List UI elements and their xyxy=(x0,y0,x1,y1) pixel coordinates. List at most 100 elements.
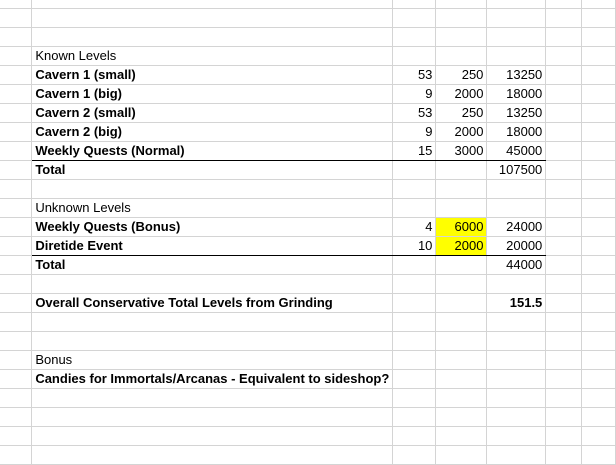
cell-a-11[interactable] xyxy=(0,179,33,199)
cell-e-17[interactable]: 151.5 xyxy=(486,293,547,313)
cell-d-4[interactable] xyxy=(435,46,488,66)
cell-a-13[interactable] xyxy=(0,217,33,237)
cell-c-14[interactable]: 10 xyxy=(392,236,437,256)
cell-e-8[interactable]: 18000 xyxy=(486,122,547,142)
cell-a-16[interactable] xyxy=(0,274,33,294)
cell-a-2[interactable] xyxy=(0,8,33,28)
cell-g-24[interactable] xyxy=(581,426,616,446)
cell-e-24[interactable] xyxy=(486,426,547,446)
cell-b-23[interactable] xyxy=(31,407,394,427)
cell-c-24[interactable] xyxy=(392,426,437,446)
cell-a-22[interactable] xyxy=(0,388,33,408)
cell-b-17[interactable]: Overall Conservative Total Levels from G… xyxy=(31,293,394,313)
cell-c-3[interactable] xyxy=(392,27,437,47)
cell-e-21[interactable] xyxy=(486,369,547,389)
cell-a-5[interactable] xyxy=(0,65,33,85)
cell-e-15[interactable]: 44000 xyxy=(486,255,547,275)
cell-g-20[interactable] xyxy=(581,350,616,370)
cell-f-4[interactable] xyxy=(545,46,582,66)
cell-d-20[interactable] xyxy=(435,350,488,370)
cell-c-7[interactable]: 53 xyxy=(392,103,437,123)
cell-c-22[interactable] xyxy=(392,388,437,408)
cell-f-15[interactable] xyxy=(545,255,582,275)
cell-d-1[interactable] xyxy=(435,0,488,9)
cell-g-1[interactable] xyxy=(581,0,616,9)
cell-f-5[interactable] xyxy=(545,65,582,85)
cell-a-12[interactable] xyxy=(0,198,33,218)
cell-b-16[interactable] xyxy=(31,274,394,294)
cell-e-10[interactable]: 107500 xyxy=(486,160,547,180)
cell-f-20[interactable] xyxy=(545,350,582,370)
cell-c-11[interactable] xyxy=(392,179,437,199)
cell-e-18[interactable] xyxy=(486,312,547,332)
cell-b-7[interactable]: Cavern 2 (small) xyxy=(31,103,394,123)
cell-a-20[interactable] xyxy=(0,350,33,370)
cell-d-13[interactable]: 6000 xyxy=(435,217,488,237)
cell-g-16[interactable] xyxy=(581,274,616,294)
cell-g-5[interactable] xyxy=(581,65,616,85)
cell-a-3[interactable] xyxy=(0,27,33,47)
cell-e-9[interactable]: 45000 xyxy=(486,141,547,161)
cell-e-1[interactable] xyxy=(486,0,547,9)
cell-g-3[interactable] xyxy=(581,27,616,47)
cell-e-19[interactable] xyxy=(486,331,547,351)
cell-g-23[interactable] xyxy=(581,407,616,427)
cell-a-14[interactable] xyxy=(0,236,33,256)
cell-b-12[interactable]: Unknown Levels xyxy=(31,198,394,218)
cell-f-23[interactable] xyxy=(545,407,582,427)
cell-g-19[interactable] xyxy=(581,331,616,351)
cell-b-1[interactable] xyxy=(31,0,394,9)
cell-d-19[interactable] xyxy=(435,331,488,351)
cell-g-8[interactable] xyxy=(581,122,616,142)
cell-a-19[interactable] xyxy=(0,331,33,351)
cell-a-8[interactable] xyxy=(0,122,33,142)
cell-g-2[interactable] xyxy=(581,8,616,28)
cell-b-25[interactable] xyxy=(31,445,394,465)
cell-a-25[interactable] xyxy=(0,445,33,465)
cell-c-4[interactable] xyxy=(392,46,437,66)
cell-e-13[interactable]: 24000 xyxy=(486,217,547,237)
cell-c-25[interactable] xyxy=(392,445,437,465)
cell-b-19[interactable] xyxy=(31,331,394,351)
cell-d-10[interactable] xyxy=(435,160,488,180)
cell-b-3[interactable] xyxy=(31,27,394,47)
cell-c-6[interactable]: 9 xyxy=(392,84,437,104)
cell-b-14[interactable]: Diretide Event xyxy=(31,236,394,256)
cell-f-3[interactable] xyxy=(545,27,582,47)
cell-c-15[interactable] xyxy=(392,255,437,275)
cell-g-18[interactable] xyxy=(581,312,616,332)
cell-c-10[interactable] xyxy=(392,160,437,180)
cell-b-4[interactable]: Known Levels xyxy=(31,46,394,66)
cell-b-22[interactable] xyxy=(31,388,394,408)
cell-g-17[interactable] xyxy=(581,293,616,313)
cell-e-11[interactable] xyxy=(486,179,547,199)
cell-f-19[interactable] xyxy=(545,331,582,351)
cell-g-11[interactable] xyxy=(581,179,616,199)
cell-e-7[interactable]: 13250 xyxy=(486,103,547,123)
cell-g-10[interactable] xyxy=(581,160,616,180)
cell-f-2[interactable] xyxy=(545,8,582,28)
cell-d-5[interactable]: 250 xyxy=(435,65,488,85)
cell-b-24[interactable] xyxy=(31,426,394,446)
cell-f-25[interactable] xyxy=(545,445,582,465)
cell-b-18[interactable] xyxy=(31,312,394,332)
cell-a-21[interactable] xyxy=(0,369,33,389)
cell-g-6[interactable] xyxy=(581,84,616,104)
cell-e-22[interactable] xyxy=(486,388,547,408)
cell-f-8[interactable] xyxy=(545,122,582,142)
cell-b-2[interactable] xyxy=(31,8,394,28)
cell-f-10[interactable] xyxy=(545,160,582,180)
cell-d-25[interactable] xyxy=(435,445,488,465)
cell-c-5[interactable]: 53 xyxy=(392,65,437,85)
cell-d-15[interactable] xyxy=(435,255,488,275)
cell-d-9[interactable]: 3000 xyxy=(435,141,488,161)
cell-f-9[interactable] xyxy=(545,141,582,161)
cell-d-21[interactable] xyxy=(435,369,488,389)
cell-f-6[interactable] xyxy=(545,84,582,104)
cell-c-23[interactable] xyxy=(392,407,437,427)
cell-a-10[interactable] xyxy=(0,160,33,180)
cell-f-21[interactable] xyxy=(545,369,582,389)
cell-b-15[interactable]: Total xyxy=(31,255,394,275)
cell-c-13[interactable]: 4 xyxy=(392,217,437,237)
cell-g-13[interactable] xyxy=(581,217,616,237)
